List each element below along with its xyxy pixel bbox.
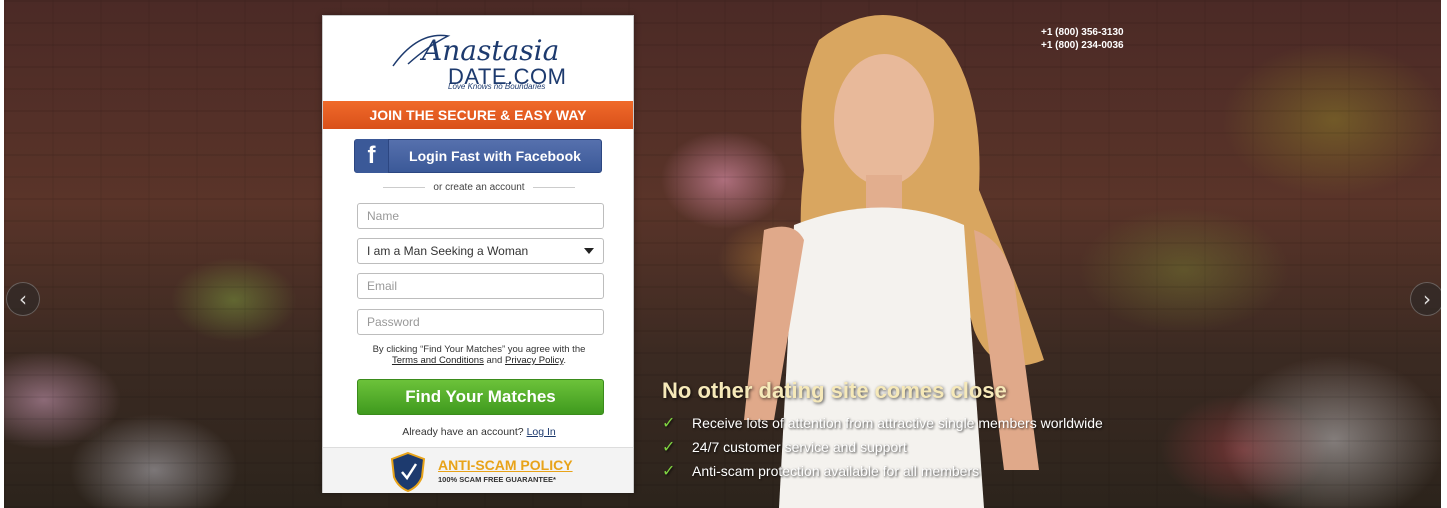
- carousel-prev-button[interactable]: ‹: [6, 282, 40, 316]
- phone-number-1: +1 (800) 356-3130: [1041, 27, 1124, 38]
- join-banner: JOIN THE SECURE & EASY WAY: [323, 101, 633, 129]
- seeking-selected-value: I am a Man Seeking a Woman: [367, 244, 529, 258]
- chevron-left-icon: ‹: [19, 287, 27, 311]
- promo-list: ✓ Receive lots of attention from attract…: [662, 411, 1103, 483]
- promo-headline: No other dating site comes close: [662, 378, 1007, 403]
- terms-and: and: [486, 355, 503, 366]
- promo-block: No other dating site comes close ✓ Recei…: [662, 378, 1103, 483]
- caret-down-icon: [584, 248, 594, 254]
- terms-link[interactable]: Terms and Conditions: [392, 355, 484, 366]
- shield-icon: [390, 452, 426, 492]
- already-text: Already have an account?: [402, 426, 524, 438]
- facebook-login-button[interactable]: f Login Fast with Facebook: [354, 139, 602, 173]
- email-input[interactable]: Email: [357, 273, 604, 299]
- promo-item-text: Receive lots of attention from attractiv…: [692, 415, 1103, 431]
- password-input[interactable]: Password: [357, 309, 604, 335]
- login-link[interactable]: Log In: [527, 426, 556, 438]
- terms-suffix: .: [563, 355, 567, 366]
- checkmark-icon: ✓: [662, 413, 676, 432]
- terms-prefix: By clicking “Find Your Matches” you agre…: [372, 344, 586, 355]
- login-prompt: Already have an account? Log In: [323, 426, 635, 438]
- facebook-login-label: Login Fast with Facebook: [409, 148, 581, 164]
- name-placeholder: Name: [367, 209, 400, 223]
- anti-scam-subtitle: 100% SCAM FREE GUARANTEE*: [438, 475, 556, 484]
- promo-item: ✓ Receive lots of attention from attract…: [662, 411, 1103, 435]
- name-input[interactable]: Name: [357, 203, 604, 229]
- terms-notice: By clicking “Find Your Matches” you agre…: [353, 344, 605, 366]
- anti-scam-section: ANTI-SCAM POLICY 100% SCAM FREE GUARANTE…: [323, 447, 633, 493]
- promo-item-text: 24/7 customer service and support: [692, 439, 907, 455]
- promo-item: ✓ 24/7 customer service and support: [662, 435, 1103, 459]
- logo-script-text: Anastasia: [419, 34, 559, 67]
- chevron-right-icon: ›: [1423, 287, 1431, 311]
- checkmark-icon: ✓: [662, 437, 676, 456]
- seeking-select[interactable]: I am a Man Seeking a Woman: [357, 238, 604, 264]
- carousel-next-button[interactable]: ›: [1410, 282, 1441, 316]
- divider-text: or create an account: [433, 182, 525, 193]
- email-placeholder: Email: [367, 279, 398, 293]
- anti-scam-policy-link[interactable]: ANTI-SCAM POLICY: [438, 457, 573, 473]
- phone-number-2: +1 (800) 234-0036: [1041, 40, 1124, 51]
- signup-card: Anastasia DATE.COM Love Knows no Boundar…: [322, 15, 634, 493]
- logo-tagline: Love Knows no Boundaries: [448, 82, 546, 91]
- checkmark-icon: ✓: [662, 461, 676, 480]
- site-logo[interactable]: Anastasia DATE.COM Love Knows no Boundar…: [323, 16, 633, 101]
- contact-phones: +1 (800) 356-3130 +1 (800) 234-0036: [1041, 26, 1124, 52]
- privacy-link[interactable]: Privacy Policy: [505, 355, 563, 366]
- find-matches-button[interactable]: Find Your Matches: [357, 379, 604, 415]
- password-placeholder: Password: [367, 315, 420, 329]
- promo-item-text: Anti-scam protection available for all m…: [692, 463, 980, 479]
- facebook-icon: f: [355, 139, 389, 173]
- promo-item: ✓ Anti-scam protection available for all…: [662, 459, 1103, 483]
- or-divider: or create an account: [383, 182, 575, 193]
